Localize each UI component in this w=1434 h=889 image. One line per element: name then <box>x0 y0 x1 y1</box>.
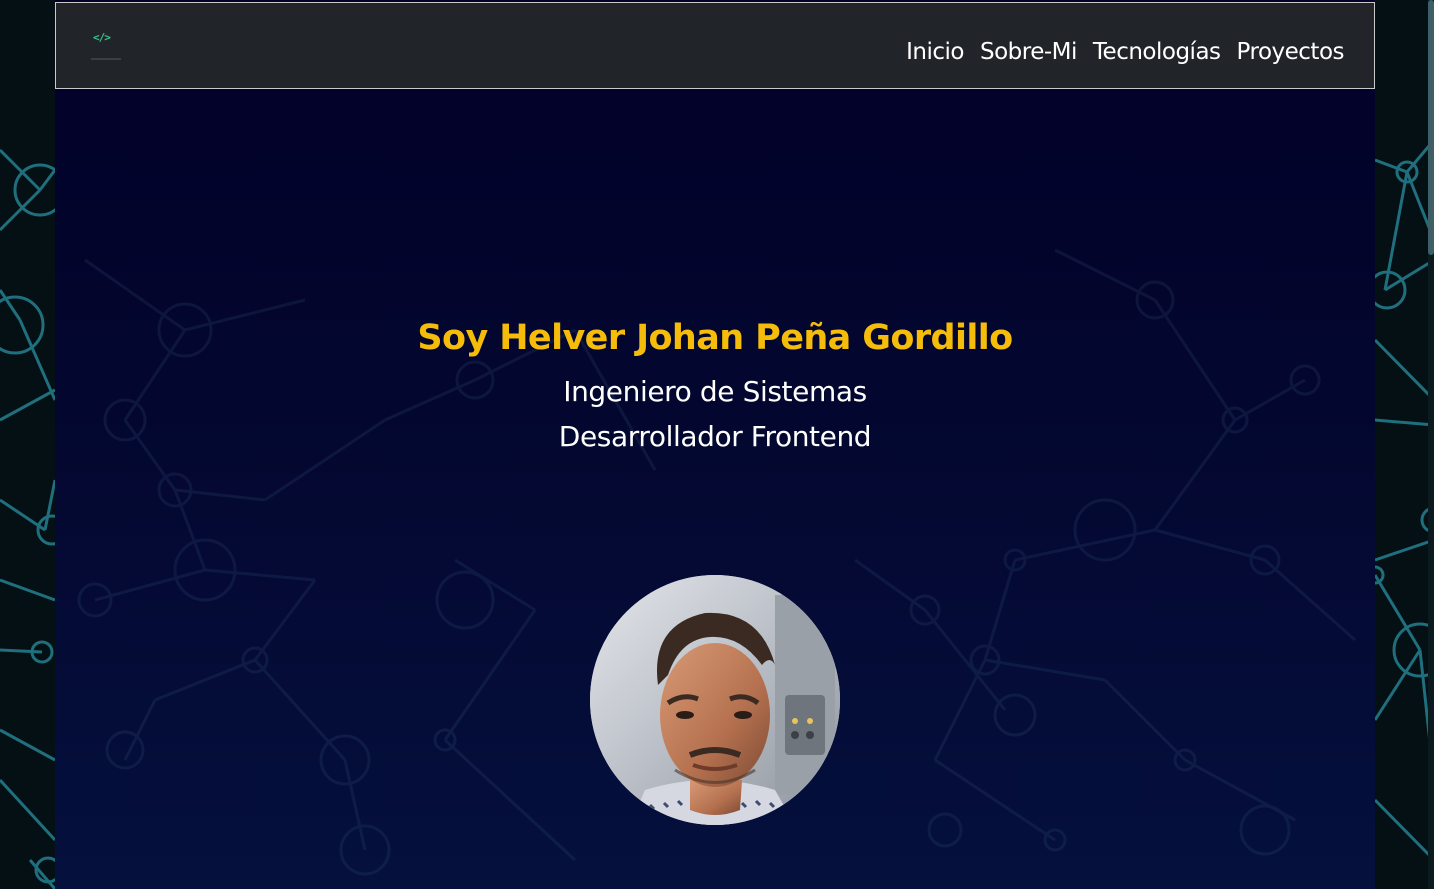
nav-link-sobre-mi[interactable]: Sobre-Mi <box>980 39 1077 65</box>
profile-photo-illustration <box>590 575 840 825</box>
code-logo-icon[interactable]: </> <box>88 29 122 63</box>
navbar: </> Inicio Sobre-Mi Tecnologías Proyecto… <box>55 2 1375 89</box>
page-scrollbar[interactable] <box>1428 0 1434 889</box>
nav-links: Inicio Sobre-Mi Tecnologías Proyectos <box>906 39 1344 65</box>
nav-link-proyectos[interactable]: Proyectos <box>1237 39 1345 65</box>
profile-photo <box>590 575 840 825</box>
nav-link-tecnologias[interactable]: Tecnologías <box>1093 39 1221 65</box>
logo-text: </> <box>93 31 111 44</box>
scrollbar-thumb[interactable] <box>1428 0 1434 255</box>
hero-title: Soy Helver Johan Peña Gordillo <box>417 318 1013 358</box>
hero-role-engineer: Ingeniero de Sistemas <box>563 375 867 408</box>
nav-link-inicio[interactable]: Inicio <box>906 39 964 65</box>
page: </> Inicio Sobre-Mi Tecnologías Proyecto… <box>0 0 1434 889</box>
hero-role-developer: Desarrollador Frontend <box>558 420 872 453</box>
logo-underline <box>91 58 121 60</box>
